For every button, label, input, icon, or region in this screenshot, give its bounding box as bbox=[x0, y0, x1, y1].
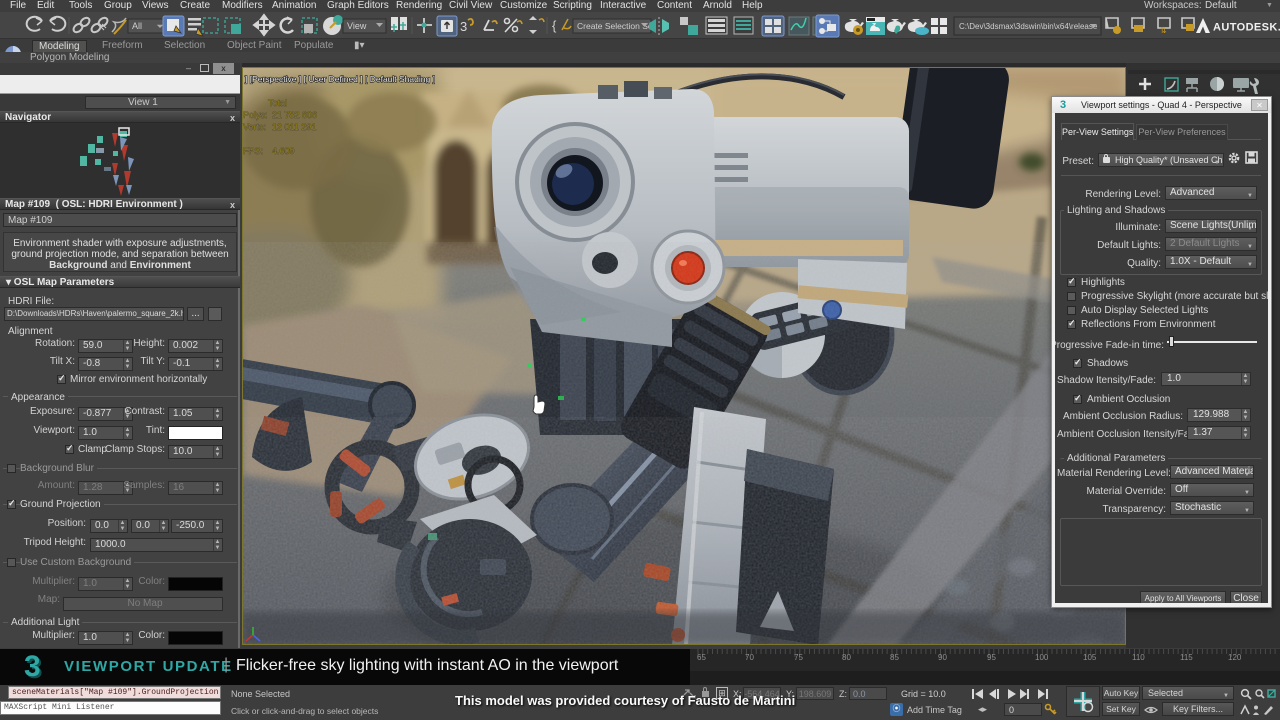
svg-text:21 782 606: 21 782 606 bbox=[272, 110, 317, 120]
svg-text:View: View bbox=[347, 21, 367, 31]
svg-text:Verts:: Verts: bbox=[243, 122, 266, 132]
svg-text:3: 3 bbox=[24, 652, 41, 683]
svg-text:C:\Dev\3dsmax\3dswin\bin\x64\r: C:\Dev\3dsmax\3dswin\bin\x64\release bbox=[959, 22, 1098, 31]
svg-text:12 011 291: 12 011 291 bbox=[272, 122, 316, 132]
svg-text:] [Perspective ] [ User Define: ] [Perspective ] [ User Defined ] [ Defa… bbox=[245, 74, 435, 84]
svg-text:3: 3 bbox=[460, 19, 467, 34]
svg-text:AUTODESK.: AUTODESK. bbox=[1213, 22, 1280, 34]
svg-text:Polys:: Polys: bbox=[243, 110, 268, 120]
svg-text:Create Selection Se: Create Selection Se bbox=[577, 21, 653, 31]
svg-text:FPS:: FPS: bbox=[243, 146, 263, 156]
svg-text:All: All bbox=[132, 21, 142, 31]
svg-text:4.609: 4.609 bbox=[272, 146, 295, 156]
svg-text:{: { bbox=[552, 18, 557, 33]
svg-text:Total: Total bbox=[268, 98, 287, 108]
svg-text:⇅: ⇅ bbox=[1160, 26, 1167, 35]
